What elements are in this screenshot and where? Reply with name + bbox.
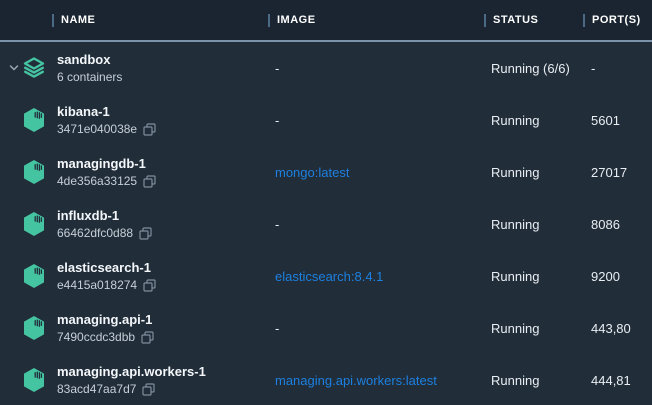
copy-icon[interactable] <box>141 331 154 344</box>
container-id: 3471e040038e <box>57 122 268 136</box>
image-value: - <box>268 217 484 232</box>
ports-value: 8086 <box>583 217 652 232</box>
column-divider <box>268 14 270 27</box>
row-gutter <box>0 42 52 94</box>
column-header-image: IMAGE <box>268 0 484 40</box>
container-name: sandbox <box>57 52 268 67</box>
table-row[interactable]: kibana-1 3471e040038e -Running5601 <box>0 94 652 146</box>
cell-name: influxdb-1 66462dfc0d88 <box>52 208 268 240</box>
container-id: 83acd47aa7d7 <box>57 382 268 396</box>
column-header-label: NAME <box>61 14 95 26</box>
header-gutter <box>0 0 52 40</box>
copy-icon[interactable] <box>143 123 156 136</box>
ports-value: 27017 <box>583 165 652 180</box>
sub-label: 3471e040038e <box>57 122 137 136</box>
row-gutter <box>0 302 52 354</box>
container-id: 66462dfc0d88 <box>57 226 268 240</box>
image-link[interactable]: managing.api.workers:latest <box>268 373 484 388</box>
container-name: managingdb-1 <box>57 156 268 171</box>
copy-icon[interactable] <box>139 227 152 240</box>
container-box-icon <box>22 367 46 393</box>
image-link[interactable]: mongo:latest <box>268 165 484 180</box>
copy-icon[interactable] <box>142 383 155 396</box>
image-value: - <box>268 61 484 76</box>
row-gutter <box>0 198 52 250</box>
column-header-label: PORT(S) <box>592 14 641 26</box>
sub-label: 4de356a33125 <box>57 174 137 188</box>
container-box-icon <box>22 315 46 341</box>
cell-name: kibana-1 3471e040038e <box>52 104 268 136</box>
column-divider <box>52 14 54 27</box>
container-id: e4415a018274 <box>57 278 268 292</box>
copy-icon[interactable] <box>143 175 156 188</box>
ports-value: 9200 <box>583 269 652 284</box>
copy-icon[interactable] <box>143 279 156 292</box>
table-row[interactable]: influxdb-1 66462dfc0d88 -Running8086 <box>0 198 652 250</box>
layers-stack-icon <box>22 56 46 80</box>
status-value: Running <box>484 321 583 336</box>
container-name: influxdb-1 <box>57 208 268 223</box>
status-value: Running <box>484 373 583 388</box>
container-name: elasticsearch-1 <box>57 260 268 275</box>
container-count: 6 containers <box>57 70 268 84</box>
table-row[interactable]: managingdb-1 4de356a33125 mongo:latestRun… <box>0 146 652 198</box>
container-box-icon <box>22 211 46 237</box>
column-header-label: IMAGE <box>277 14 316 26</box>
image-value: - <box>268 113 484 128</box>
status-value: Running (6/6) <box>484 61 583 76</box>
image-link[interactable]: elasticsearch:8.4.1 <box>268 269 484 284</box>
table-row[interactable]: managing.api-1 7490ccdc3dbb -Running443,8… <box>0 302 652 354</box>
row-gutter <box>0 354 52 405</box>
row-gutter <box>0 94 52 146</box>
sub-label: 83acd47aa7d7 <box>57 382 136 396</box>
column-header-ports: PORT(S) <box>583 0 652 40</box>
cell-name: elasticsearch-1 e4415a018274 <box>52 260 268 292</box>
container-name: kibana-1 <box>57 104 268 119</box>
sub-label: 7490ccdc3dbb <box>57 330 135 344</box>
cell-name: managing.api.workers-1 83acd47aa7d7 <box>52 364 268 396</box>
table-row[interactable]: elasticsearch-1 e4415a018274 elasticsearc… <box>0 250 652 302</box>
cell-name: sandbox 6 containers <box>52 52 268 84</box>
status-value: Running <box>484 165 583 180</box>
chevron-down-icon[interactable] <box>9 65 19 72</box>
ports-value: 443,80 <box>583 321 652 336</box>
table-header: NAME IMAGE STATUS PORT(S) <box>0 0 652 42</box>
status-value: Running <box>484 217 583 232</box>
status-value: Running <box>484 269 583 284</box>
column-header-name: NAME <box>52 0 268 40</box>
group-row[interactable]: sandbox 6 containers -Running (6/6)- <box>0 42 652 94</box>
image-value: - <box>268 321 484 336</box>
column-header-label: STATUS <box>493 14 538 26</box>
table-body: sandbox6 containers-Running (6/6)- kiban… <box>0 42 652 405</box>
container-box-icon <box>22 159 46 185</box>
container-box-icon <box>22 263 46 289</box>
column-divider <box>583 14 585 27</box>
ports-value: 444,81 <box>583 373 652 388</box>
container-box-icon <box>22 107 46 133</box>
column-header-status: STATUS <box>484 0 583 40</box>
row-gutter <box>0 146 52 198</box>
status-value: Running <box>484 113 583 128</box>
sub-label: 6 containers <box>57 70 122 84</box>
table-row[interactable]: managing.api.workers-1 83acd47aa7d7 manag… <box>0 354 652 405</box>
container-name: managing.api-1 <box>57 312 268 327</box>
container-id: 7490ccdc3dbb <box>57 330 268 344</box>
row-gutter <box>0 250 52 302</box>
container-id: 4de356a33125 <box>57 174 268 188</box>
cell-name: managingdb-1 4de356a33125 <box>52 156 268 188</box>
containers-table: NAME IMAGE STATUS PORT(S) sandbox 6 conta… <box>0 0 652 405</box>
sub-label: 66462dfc0d88 <box>57 226 133 240</box>
column-divider <box>484 14 486 27</box>
ports-value: 5601 <box>583 113 652 128</box>
sub-label: e4415a018274 <box>57 278 137 292</box>
cell-name: managing.api-1 7490ccdc3dbb <box>52 312 268 344</box>
ports-value: - <box>583 61 652 76</box>
container-name: managing.api.workers-1 <box>57 364 268 379</box>
